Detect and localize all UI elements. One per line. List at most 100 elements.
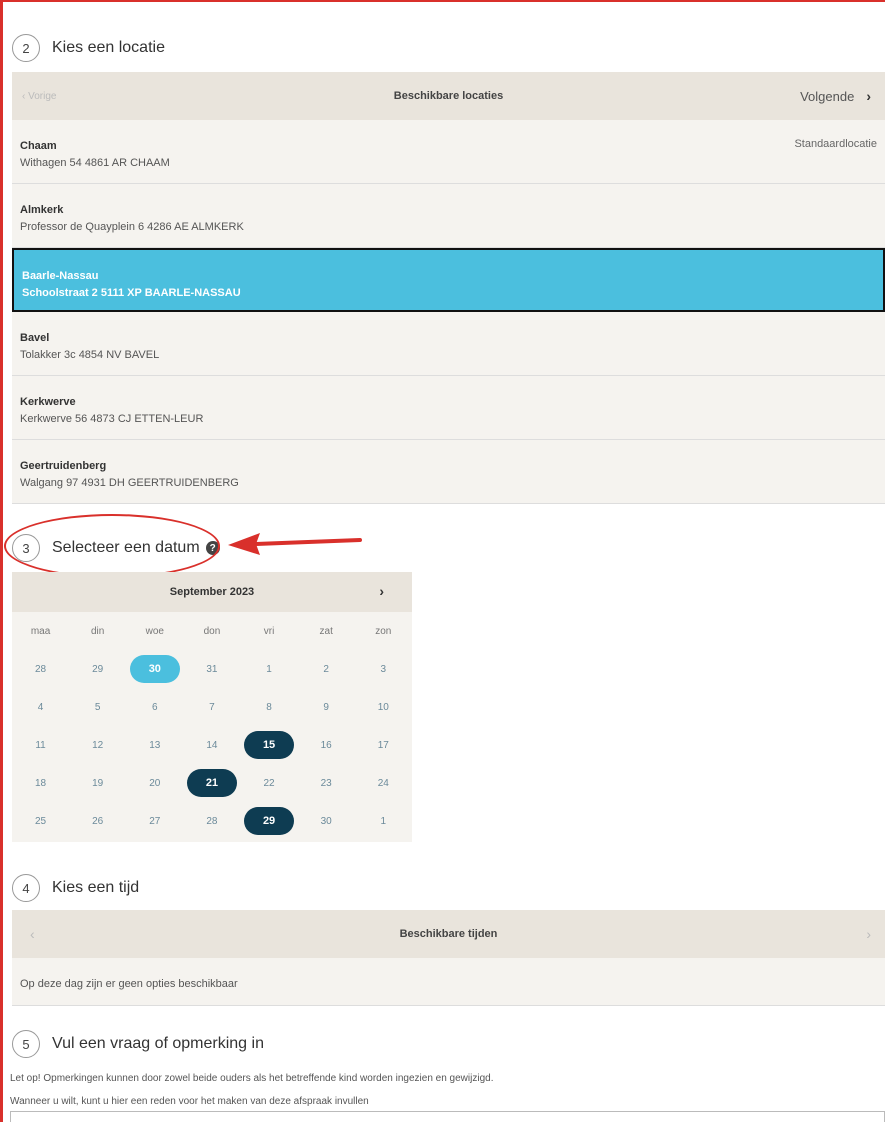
calendar-day[interactable]: 15: [241, 726, 298, 764]
available-day: 21: [186, 769, 237, 797]
calendar-month: September 2023: [169, 586, 255, 598]
calendar-day-label: 25: [35, 815, 47, 827]
location-name: Bavel: [20, 332, 50, 344]
weekday-label: vri: [263, 625, 275, 637]
calendar-day: 5: [69, 688, 126, 726]
calendar-day-label: 30: [320, 815, 332, 827]
calendar-day: 25: [12, 802, 69, 840]
location-name: Almkerk: [20, 204, 64, 216]
annotation-frame-top: [0, 0, 885, 2]
remarks-prompt: Wanneer u wilt, kunt u hier een reden vo…: [10, 1096, 369, 1107]
calendar-day: 24: [355, 764, 412, 802]
calendar-day-label: 2: [323, 663, 329, 675]
calendar-day-label: 14: [206, 739, 218, 751]
location-address: Walgang 97 4931 DH GEERTRUIDENBERG: [20, 477, 239, 489]
calendar-day-label: 5: [94, 701, 101, 713]
prev-times-button[interactable]: ‹: [12, 926, 132, 942]
calendar-day: 29: [69, 650, 126, 688]
location-item-selected[interactable]: Baarle-Nassau Schoolstraat 2 5111 XP BAA…: [12, 248, 885, 312]
calendar-day: 16: [298, 726, 355, 764]
calendar-header: September 2023 ›: [12, 572, 412, 612]
step-title: Kies een locatie: [52, 39, 165, 56]
calendar-day-label: 27: [149, 815, 161, 827]
calendar-day-label: 9: [323, 701, 329, 713]
calendar-day: 9: [298, 688, 355, 726]
calendar-day: 10: [355, 688, 412, 726]
step-number: 2: [12, 34, 40, 62]
calendar-week: 11 12 13 14 15 16 17: [12, 726, 412, 764]
location-name: Chaam: [20, 140, 57, 152]
calendar-day: 23: [298, 764, 355, 802]
default-location-badge: Standaardlocatie: [794, 138, 877, 150]
calendar-day-label: 31: [206, 663, 218, 675]
calendar-day-label: 16: [320, 739, 332, 751]
weekday-label: din: [91, 625, 105, 637]
weekday-label: woe: [145, 625, 164, 637]
weekday-label: maa: [30, 625, 51, 637]
calendar-day-label: 11: [35, 739, 46, 751]
available-day: 15: [244, 731, 295, 759]
no-options-notice: Op deze dag zijn er geen opties beschikb…: [12, 958, 885, 1006]
calendar-week: 25 26 27 28 29 30 1: [12, 802, 412, 840]
calendar-day-label: 29: [92, 663, 104, 675]
location-address: Schoolstraat 2 5111 XP BAARLE-NASSAU: [22, 287, 241, 299]
calendar-day: 11: [12, 726, 69, 764]
times-navbar: ‹ Beschikbare tijden ›: [12, 910, 885, 958]
location-name: Kerkwerve: [20, 396, 76, 408]
step-title: Kies een tijd: [52, 879, 140, 896]
location-item[interactable]: Bavel Tolakker 3c 4854 NV BAVEL: [12, 312, 885, 376]
location-address: Professor de Quayplein 6 4286 AE ALMKERK: [20, 221, 244, 233]
calendar-weekdays: maa din woe don vri zat zon: [12, 612, 412, 650]
locations-bar-title: Beschikbare locaties: [393, 90, 504, 102]
calendar-week: 4 5 6 7 8 9 10: [12, 688, 412, 726]
step-5-header: 5 Vul een vraag of opmerking in: [12, 1030, 264, 1058]
times-bar-title: Beschikbare tijden: [399, 928, 498, 940]
step-number: 4: [12, 874, 40, 902]
calendar-day: 6: [126, 688, 183, 726]
remarks-warning: Let op! Opmerkingen kunnen door zowel be…: [10, 1073, 494, 1084]
calendar-day: 19: [69, 764, 126, 802]
step-number: 5: [12, 1030, 40, 1058]
calendar-week: 18 19 20 21 22 23 24: [12, 764, 412, 802]
calendar-day: 8: [241, 688, 298, 726]
calendar-day: 14: [183, 726, 240, 764]
next-times-button[interactable]: ›: [765, 926, 885, 942]
annotation-frame-left: [0, 0, 3, 1122]
prev-button[interactable]: ‹ Vorige: [12, 91, 132, 102]
calendar-day: 13: [126, 726, 183, 764]
calendar-day: 1: [355, 802, 412, 840]
step-title: Vul een vraag of opmerking in: [52, 1035, 264, 1052]
location-item[interactable]: Almkerk Professor de Quayplein 6 4286 AE…: [12, 184, 885, 248]
calendar-day-label: 10: [377, 701, 389, 713]
calendar-day-label: 20: [149, 777, 161, 789]
calendar-day-label: 3: [380, 663, 387, 675]
calendar-day-label: 8: [266, 701, 272, 713]
calendar-day: 2: [298, 650, 355, 688]
location-address: Withagen 54 4861 AR CHAAM: [20, 157, 170, 169]
calendar-day-label: 1: [266, 663, 272, 675]
calendar: September 2023 › maa din woe don vri zat zon 2…: [12, 572, 412, 842]
calendar-day: 1: [241, 650, 298, 688]
calendar-day[interactable]: 29: [241, 802, 298, 840]
remarks-textarea[interactable]: [10, 1111, 885, 1122]
location-item[interactable]: Kerkwerve Kerkwerve 56 4873 CJ ETTEN-LEU…: [12, 376, 885, 440]
location-address: Kerkwerve 56 4873 CJ ETTEN-LEUR: [20, 413, 204, 425]
location-item[interactable]: Chaam Withagen 54 4861 AR CHAAM Standaar…: [12, 120, 885, 184]
step-4-header: 4 Kies een tijd: [12, 874, 139, 902]
calendar-day-label: 24: [377, 777, 389, 789]
calendar-day-label: 4: [37, 701, 44, 713]
calendar-next-icon[interactable]: ›: [379, 583, 384, 599]
calendar-day-label: 28: [206, 815, 218, 827]
annotation-arrow-icon: [228, 533, 362, 555]
location-address: Tolakker 3c 4854 NV BAVEL: [20, 349, 160, 361]
calendar-day-label: 26: [92, 815, 104, 827]
location-item[interactable]: Geertruidenberg Walgang 97 4931 DH GEERT…: [12, 440, 885, 504]
calendar-day[interactable]: 21: [183, 764, 240, 802]
calendar-day: 3: [355, 650, 412, 688]
calendar-day-label: 18: [35, 777, 47, 789]
calendar-day-label: 22: [263, 777, 275, 789]
calendar-day-label: 23: [320, 777, 332, 789]
step-2-header: 2 Kies een locatie: [12, 34, 165, 62]
next-button[interactable]: Volgende ›: [765, 88, 885, 104]
today-day: 30: [129, 655, 180, 683]
